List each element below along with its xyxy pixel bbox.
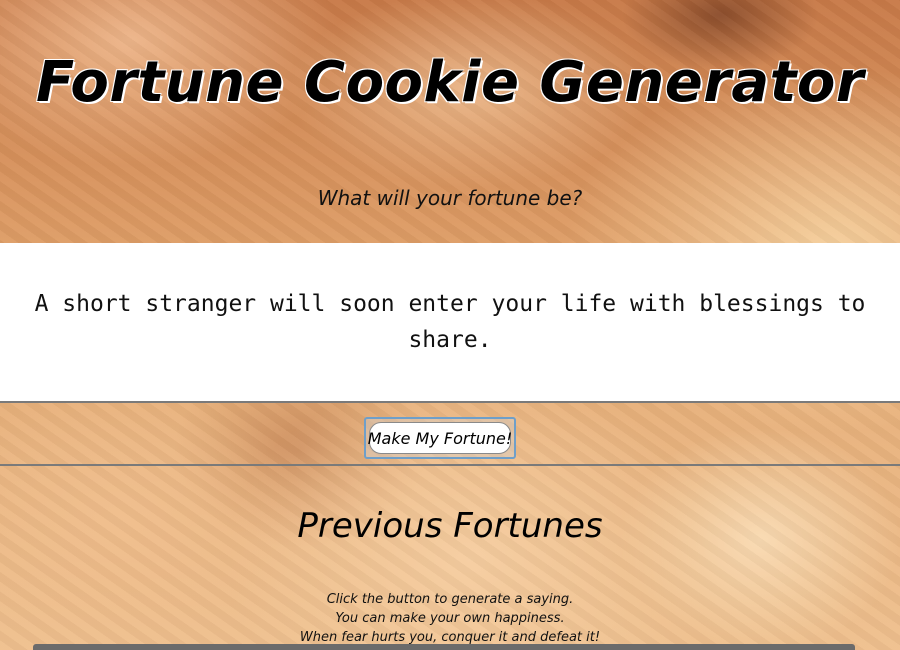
button-row: Make My Fortune! xyxy=(0,404,900,466)
previous-fortunes-list: Click the button to generate a saying. Y… xyxy=(0,590,900,647)
fortune-panel: A short stranger will soon enter your li… xyxy=(0,243,900,403)
make-my-fortune-button[interactable]: Make My Fortune! xyxy=(364,417,516,459)
previous-fortunes-heading: Previous Fortunes xyxy=(297,506,603,546)
page-subtitle: What will your fortune be? xyxy=(317,186,583,210)
list-item: Click the button to generate a saying. xyxy=(326,592,574,607)
current-fortune-text: A short stranger will soon enter your li… xyxy=(34,291,866,353)
page-title: Fortune Cookie Generator xyxy=(36,50,864,115)
horizontal-scrollbar[interactable] xyxy=(33,644,855,650)
list-item: You can make your own happiness. xyxy=(335,611,565,626)
make-my-fortune-button-label: Make My Fortune! xyxy=(368,422,512,454)
